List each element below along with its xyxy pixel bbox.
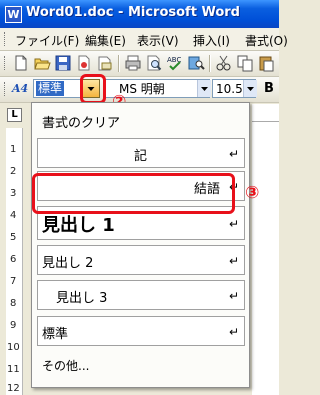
ruler-number: 9 bbox=[10, 320, 17, 331]
ruler-number: 2 bbox=[10, 166, 17, 177]
bold-button[interactable]: B bbox=[264, 81, 274, 96]
annotation-callout-3: ③ bbox=[245, 183, 260, 203]
document-area[interactable] bbox=[252, 122, 279, 395]
research-icon[interactable] bbox=[187, 54, 205, 72]
paragraph-mark-icon: ↵ bbox=[228, 147, 239, 161]
style-item-label: 標準 bbox=[42, 327, 69, 342]
paste-icon[interactable] bbox=[257, 54, 275, 72]
style-dropdown-list: 書式のクリア 記 ↵ 結語 ↵ 見出し 1 ↵ 見出し 2 ↵ 見出し 3 ↵ … bbox=[31, 102, 250, 388]
formatbar-grip[interactable] bbox=[4, 82, 8, 96]
styles-and-formatting-icon[interactable]: A4 bbox=[12, 82, 28, 95]
menu-format[interactable]: 書式(O) bbox=[245, 32, 288, 49]
style-combo[interactable]: 標準 bbox=[33, 79, 81, 98]
style-item-heading-2[interactable]: 見出し 2 ↵ bbox=[37, 245, 245, 275]
annotation-highlight-heading-1 bbox=[32, 173, 235, 214]
menu-bar: ファイル(F) 編集(E) 表示(V) 挿入(I) 書式(O) bbox=[0, 28, 288, 51]
clear-formatting-item[interactable]: 書式のクリア bbox=[37, 107, 245, 133]
annotation-highlight-dropdown bbox=[80, 74, 106, 104]
style-item-label: 見出し 3 bbox=[56, 291, 108, 306]
style-item-label: 見出し 1 bbox=[42, 215, 115, 236]
paragraph-mark-icon: ↵ bbox=[228, 217, 239, 231]
title-bar: W Word01.doc - Microsoft Word bbox=[0, 0, 279, 28]
ruler-number: 12 bbox=[7, 383, 20, 394]
tab-selector[interactable]: L bbox=[7, 108, 22, 122]
style-item-label: 記 bbox=[134, 149, 148, 164]
cut-icon[interactable] bbox=[215, 54, 233, 72]
menu-file[interactable]: ファイル(F) bbox=[15, 32, 79, 49]
menu-view[interactable]: 表示(V) bbox=[137, 32, 179, 49]
paragraph-mark-icon: ↵ bbox=[228, 289, 239, 303]
style-item-heading-3[interactable]: 見出し 3 ↵ bbox=[37, 280, 245, 310]
vertical-ruler: 1 2 3 4 5 6 7 8 9 10 11 12 bbox=[6, 128, 23, 395]
ruler-number: 10 bbox=[7, 342, 20, 353]
print-icon[interactable] bbox=[124, 54, 142, 72]
permission-icon[interactable] bbox=[75, 54, 93, 72]
ruler-number: 5 bbox=[10, 232, 17, 243]
ruler-number: 8 bbox=[10, 298, 17, 309]
style-item-ki[interactable]: 記 ↵ bbox=[37, 138, 245, 168]
copy-icon[interactable] bbox=[236, 54, 254, 72]
chevron-down-icon bbox=[247, 87, 254, 91]
email-icon[interactable] bbox=[96, 54, 114, 72]
ruler-number: 1 bbox=[10, 144, 17, 155]
formatting-toolbar: A4 標準 MS 明朝 10.5 B bbox=[0, 77, 279, 103]
save-icon[interactable] bbox=[54, 54, 72, 72]
horizontal-ruler bbox=[252, 104, 279, 122]
style-item-label: 見出し 2 bbox=[42, 256, 94, 271]
ruler-number: 4 bbox=[10, 210, 17, 221]
menu-insert[interactable]: 挿入(I) bbox=[193, 32, 230, 49]
style-combo-value: 標準 bbox=[36, 81, 65, 96]
font-size-combo[interactable]: 10.5 bbox=[212, 79, 257, 98]
style-item-normal[interactable]: 標準 ↵ bbox=[37, 316, 245, 346]
window-title: Word01.doc - Microsoft Word bbox=[26, 5, 240, 20]
font-size-value: 10.5 bbox=[216, 82, 243, 96]
open-icon[interactable] bbox=[33, 54, 51, 72]
print-preview-icon[interactable] bbox=[145, 54, 163, 72]
ruler-number: 7 bbox=[10, 276, 17, 287]
toolbar-grip[interactable] bbox=[4, 56, 8, 70]
menu-edit[interactable]: 編集(E) bbox=[85, 32, 126, 49]
ruler-number: 6 bbox=[10, 254, 17, 265]
more-styles-item[interactable]: その他... bbox=[37, 351, 245, 379]
toolbar-separator bbox=[209, 55, 211, 72]
word-app-icon[interactable]: W bbox=[5, 6, 22, 23]
clear-formatting-label: 書式のクリア bbox=[42, 116, 121, 131]
chevron-down-icon bbox=[201, 87, 208, 91]
standard-toolbar: ABC bbox=[0, 51, 279, 77]
new-icon[interactable] bbox=[12, 54, 30, 72]
size-dropdown-button[interactable] bbox=[243, 80, 257, 97]
spelling-icon[interactable]: ABC bbox=[166, 54, 184, 72]
ruler-number: 3 bbox=[10, 188, 17, 199]
more-styles-label: その他... bbox=[42, 359, 90, 373]
toolbar-separator bbox=[118, 55, 120, 72]
paragraph-mark-icon: ↵ bbox=[228, 254, 239, 268]
menubar-grip[interactable] bbox=[4, 32, 8, 46]
paragraph-mark-icon: ↵ bbox=[228, 325, 239, 339]
ruler-number: 11 bbox=[7, 364, 20, 375]
font-dropdown-button[interactable] bbox=[197, 80, 211, 97]
